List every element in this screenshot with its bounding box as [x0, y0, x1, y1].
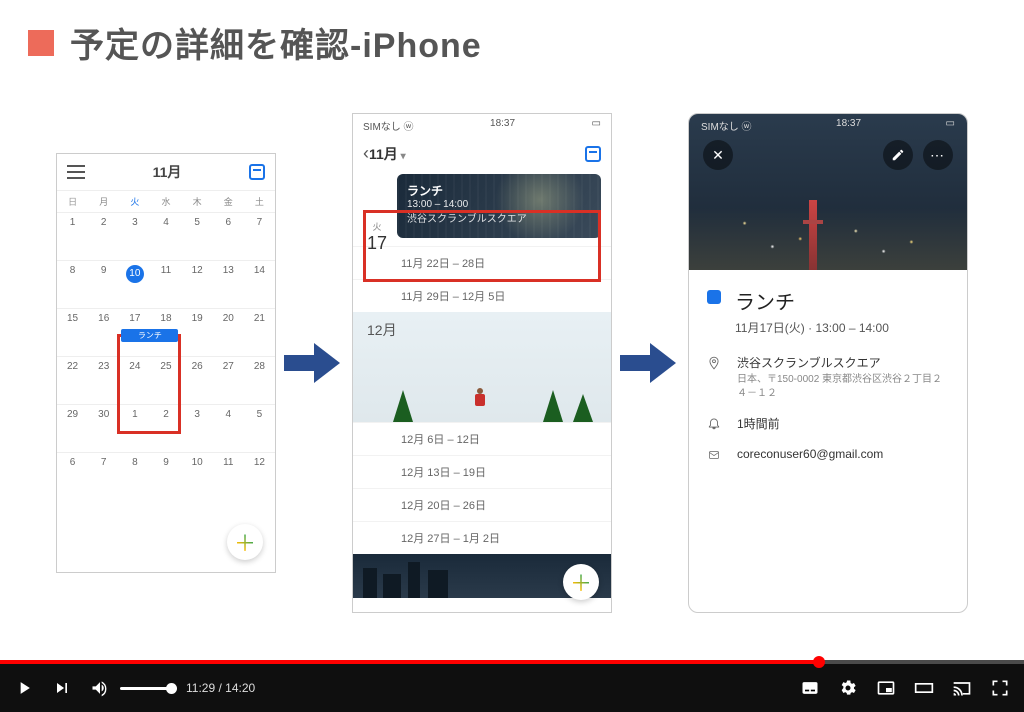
month-dropdown[interactable]: 11月 [369, 144, 406, 164]
add-event-button[interactable]: ＋ [563, 564, 599, 600]
calendar-cell[interactable]: 14 [244, 260, 275, 308]
month-banner-label: 12月 [367, 320, 397, 340]
calendar-cell[interactable]: 10 [119, 260, 150, 308]
calendar-cell[interactable]: 16 [88, 308, 119, 356]
highlight-box [117, 334, 181, 434]
today-icon[interactable] [249, 164, 265, 180]
event-location[interactable]: 渋谷スクランブルスクエア [737, 354, 949, 371]
volume-slider[interactable] [120, 687, 172, 690]
calendar-cell[interactable]: 3 [119, 212, 150, 260]
cast-button[interactable] [952, 678, 972, 698]
calendar-cell[interactable]: 29 [57, 404, 88, 452]
phone-schedule-view: SIMなし ⓦ 18:37 ▭ ‹ 11月 火 17 ランチ 13:00 – 1… [352, 113, 612, 613]
seek-bar[interactable] [0, 660, 1024, 664]
calendar-cell[interactable]: 22 [57, 356, 88, 404]
calendar-cell[interactable]: 2 [88, 212, 119, 260]
fullscreen-button[interactable] [990, 678, 1010, 698]
calendar-cell[interactable]: 21 [244, 308, 275, 356]
status-time: 18:37 [836, 118, 861, 133]
bell-icon [707, 416, 723, 433]
add-event-button[interactable]: ＋ [227, 524, 263, 560]
calendar-cell[interactable]: 1 [57, 212, 88, 260]
event-title: ランチ [735, 286, 795, 315]
calendar-cell[interactable]: 20 [213, 308, 244, 356]
calendar-cell[interactable]: 5 [244, 404, 275, 452]
event-color-swatch [707, 290, 721, 304]
calendar-cell[interactable]: 4 [213, 404, 244, 452]
calendar-cell[interactable]: 7 [88, 452, 119, 500]
status-battery-icon: ▭ [592, 118, 601, 133]
calendar-cell[interactable]: 26 [182, 356, 213, 404]
menu-icon[interactable] [67, 165, 85, 179]
calendar-cell[interactable]: 10 [182, 452, 213, 500]
miniplayer-button[interactable] [876, 678, 896, 698]
calendar-cell[interactable]: 28 [244, 356, 275, 404]
theater-button[interactable] [914, 678, 934, 698]
plus-icon: ＋ [234, 526, 256, 558]
arrow-icon [284, 343, 344, 383]
play-button[interactable] [14, 678, 34, 698]
event-address: 日本、〒150-0002 東京都渋谷区渋谷２丁目２４－１２ [737, 373, 949, 401]
calendar-cell[interactable]: 6 [57, 452, 88, 500]
arrow-icon [620, 343, 680, 383]
calendar-cell[interactable]: 9 [88, 260, 119, 308]
time-display: 11:29 / 14:20 [186, 681, 255, 695]
calendar-cell[interactable]: 9 [150, 452, 181, 500]
event-organizer[interactable]: coreconuser60@gmail.com [737, 447, 883, 461]
event-title: ランチ [407, 182, 591, 199]
status-carrier: SIMなし ⓦ [701, 118, 752, 133]
calendar-cell[interactable]: 8 [57, 260, 88, 308]
event-chip[interactable]: ランチ [121, 329, 178, 342]
phone-month-view: 11月 日月火水木金土 1234567891011121314151617ランチ… [56, 153, 276, 573]
calendar-cell[interactable]: 11 [150, 260, 181, 308]
month-label[interactable]: 11月 [153, 162, 182, 182]
slide-title: 予定の詳細を確認-iPhone [70, 18, 482, 67]
event-datetime: 11月17日(火) · 13:00 – 14:00 [735, 319, 949, 336]
calendar-cell[interactable]: 3 [182, 404, 213, 452]
calendar-cell[interactable]: 30 [88, 404, 119, 452]
calendar-cell[interactable]: 27 [213, 356, 244, 404]
calendar-cell[interactable]: 19 [182, 308, 213, 356]
status-time: 18:37 [490, 118, 515, 133]
close-icon[interactable]: ✕ [703, 140, 733, 170]
today-icon[interactable] [585, 146, 601, 162]
status-carrier: SIMなし ⓦ [363, 118, 414, 133]
captions-button[interactable] [800, 678, 820, 698]
slide-bullet-icon [28, 30, 54, 56]
calendar-cell[interactable]: 6 [213, 212, 244, 260]
month-banner-dec: 12月 [353, 312, 611, 422]
status-battery-icon: ▭ [946, 118, 955, 133]
video-player-bar: 11:29 / 14:20 [0, 660, 1024, 712]
week-row[interactable]: 12月 20日 – 26日 [353, 488, 611, 521]
event-reminder[interactable]: 1時間前 [737, 415, 780, 432]
settings-icon[interactable] [838, 678, 858, 698]
plus-icon: ＋ [570, 566, 592, 598]
calendar-cell[interactable]: 7 [244, 212, 275, 260]
next-button[interactable] [52, 678, 72, 698]
calendar-cell[interactable]: 5 [182, 212, 213, 260]
calendar-cell[interactable]: 11 [213, 452, 244, 500]
week-row[interactable]: 12月 6日 – 12日 [353, 422, 611, 455]
day-of-week-header: 日月火水木金土 [57, 191, 275, 212]
mail-icon [707, 448, 723, 464]
event-time: 13:00 – 14:00 [407, 199, 591, 210]
calendar-cell[interactable]: 13 [213, 260, 244, 308]
more-icon[interactable]: ⋯ [923, 140, 953, 170]
phone-event-detail: SIMなし ⓦ 18:37 ▭ ✕ ⋯ ランチ 11月17日(火) · [688, 113, 968, 613]
calendar-cell[interactable]: 15 [57, 308, 88, 356]
calendar-cell[interactable]: 23 [88, 356, 119, 404]
volume-icon[interactable] [90, 678, 110, 698]
calendar-cell[interactable]: 12 [182, 260, 213, 308]
calendar-cell[interactable]: 8 [119, 452, 150, 500]
calendar-cell[interactable]: 4 [150, 212, 181, 260]
pin-icon [707, 355, 723, 374]
week-row[interactable]: 12月 13日 – 19日 [353, 455, 611, 488]
edit-icon[interactable] [883, 140, 913, 170]
highlight-box [363, 210, 601, 282]
week-row[interactable]: 12月 27日 – 1月 2日 [353, 521, 611, 554]
calendar-cell[interactable]: 12 [244, 452, 275, 500]
week-row[interactable]: 11月 29日 – 12月 5日 [353, 279, 611, 312]
